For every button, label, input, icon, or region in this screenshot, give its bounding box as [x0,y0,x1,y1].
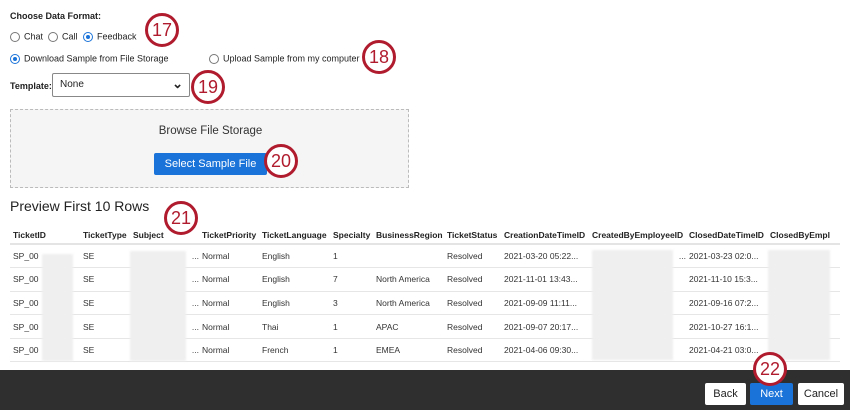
table-cell: 3 [330,291,373,316]
table-cell: English [259,267,330,292]
radio-upload-computer[interactable]: Upload Sample from my computer [209,53,360,64]
table-cell: SE [80,244,130,269]
table-cell: Resolved [444,244,501,269]
table-cell: Normal [199,338,259,363]
chevron-down-icon: ⌄ [172,76,183,91]
table-cell: Normal [199,244,259,269]
cancel-button[interactable]: Cancel [798,383,844,405]
table-cell: 2021-04-06 09:30... [501,338,589,363]
table-cell: North America [373,267,444,292]
table-cell: 1 [330,338,373,363]
table-cell: 2021-03-23 02:0... [686,244,767,269]
redacted-block [130,251,186,361]
table-cell: Normal [199,314,259,339]
column-header: TicketStatus [444,226,501,245]
callout-21: 21 [164,201,198,235]
template-label: Template: [10,81,52,91]
table-cell: English [259,244,330,269]
radio-icon [209,53,219,64]
table-cell: SE [80,291,130,316]
next-button[interactable]: Next [750,383,793,405]
callout-18: 18 [362,40,396,74]
radio-label: Chat [24,31,44,42]
table-cell: 1 [330,314,373,339]
table-cell: SE [80,314,130,339]
radio-call[interactable]: Call [48,31,78,42]
data-format-label: Choose Data Format: [10,11,102,21]
table-cell: 2021-11-10 15:3... [686,267,767,292]
column-header: TicketPriority [199,226,259,245]
radio-label: Download Sample from File Storage [24,53,169,64]
column-header: CreatedByEmployeeID [589,226,686,245]
browse-title: Browse File Storage [158,125,263,137]
radio-label: Call [62,31,78,42]
column-header: BusinessRegion [373,226,444,245]
table-cell: Resolved [444,314,501,339]
table-cell: Resolved [444,291,501,316]
table-cell: 2021-09-16 07:2... [686,291,767,316]
callout-22: 22 [753,352,787,386]
redacted-block [592,250,673,360]
table-cell: 2021-11-01 13:43... [501,267,589,292]
table-cell: 1 [330,244,373,269]
radio-feedback[interactable]: Feedback [83,31,137,42]
column-header: TicketID [10,226,80,245]
table-cell: 2021-03-20 05:22... [501,244,589,269]
table-cell: Resolved [444,338,501,363]
column-header: ClosedByEmpl [767,226,840,245]
radio-icon [83,31,93,42]
column-header: TicketLanguage [259,226,330,245]
callout-20: 20 [264,144,298,178]
table-cell: SE [80,338,130,363]
table-cell: Normal [199,267,259,292]
radio-label: Feedback [97,31,137,42]
radio-icon [10,31,20,42]
column-header: ClosedDateTimeID [686,226,767,245]
column-header: Specialty [330,226,373,245]
preview-title: Preview First 10 Rows [10,198,150,214]
redacted-block [768,250,830,360]
radio-icon [48,31,58,42]
template-select[interactable]: None ⌄ [52,73,190,97]
column-header: TicketType [80,226,130,245]
table-cell: Thai [259,314,330,339]
column-header: CreationDateTimeID [501,226,589,245]
back-button[interactable]: Back [705,383,746,405]
browse-file-storage-panel: Browse File Storage Select Sample File [10,109,409,188]
radio-chat[interactable]: Chat [10,31,43,42]
radio-download-file-storage[interactable]: Download Sample from File Storage [10,53,169,64]
callout-17: 17 [145,13,179,47]
table-cell: 2021-04-21 03:0... [686,338,767,363]
table-cell: EMEA [373,338,444,363]
table-cell: North America [373,291,444,316]
radio-label: Upload Sample from my computer [223,53,360,64]
table-cell: English [259,291,330,316]
template-value: None [60,79,84,90]
table-cell: Resolved [444,267,501,292]
table-cell [373,244,444,269]
table-cell: SE [80,267,130,292]
callout-19: 19 [191,70,225,104]
table-cell: 2021-10-27 16:1... [686,314,767,339]
radio-icon [10,53,20,64]
select-sample-file-button[interactable]: Select Sample File [154,153,267,175]
table-cell: 2021-09-09 11:11... [501,291,589,316]
redacted-block [42,254,73,361]
table-cell: 2021-09-07 20:17... [501,314,589,339]
table-cell: Normal [199,291,259,316]
table-cell: 7 [330,267,373,292]
table-cell: APAC [373,314,444,339]
table-cell: French [259,338,330,363]
